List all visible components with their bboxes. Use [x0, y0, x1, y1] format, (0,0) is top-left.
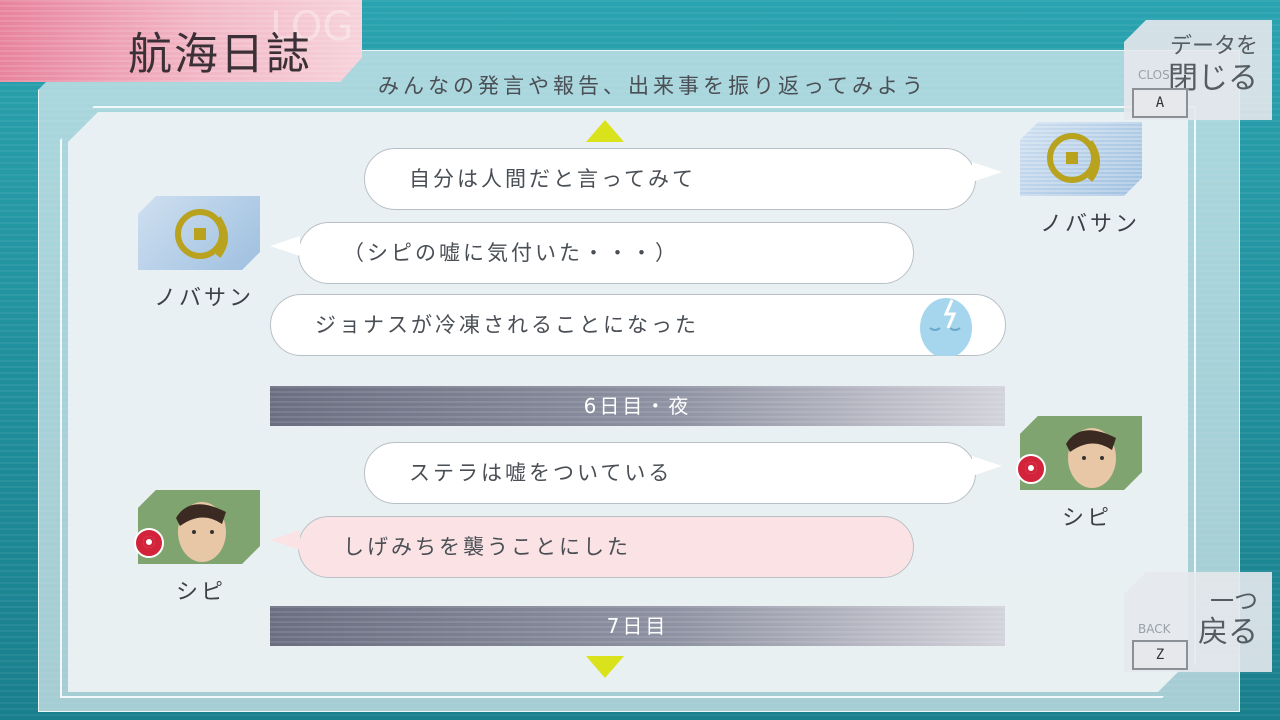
avatar-nobasan: [1020, 122, 1142, 196]
bubble-tail: [270, 236, 300, 256]
close-data-button[interactable]: CLOSE データを 閉じる A: [1124, 20, 1272, 120]
bubble-tail: [270, 530, 300, 550]
close-key-hint: A: [1132, 88, 1188, 118]
avatar-nobasan: [138, 196, 260, 270]
back-label-line2: 戻る: [1198, 615, 1258, 650]
day-separator: 6日目・夜: [270, 386, 1005, 426]
nobasan-emblem-icon: [138, 196, 260, 270]
frozen-head-icon: [912, 292, 980, 358]
back-key-hint: Z: [1132, 640, 1188, 670]
bubble-tail: [972, 456, 1002, 476]
bubble-tail: [972, 162, 1002, 182]
back-label-line1: 一つ: [1210, 587, 1258, 615]
speaker-name: シピ: [176, 580, 227, 605]
log-bubble: ステラは嘘をついている: [364, 442, 976, 504]
nobasan-emblem-icon: [1020, 122, 1142, 196]
speaker-name: シピ: [1062, 506, 1113, 531]
day-separator: 7日目: [270, 606, 1005, 646]
event-bubble: ジョナスが冷凍されることになった: [270, 294, 1006, 356]
page-subtitle: みんなの発言や報告、出来事を振り返ってみよう: [378, 74, 927, 98]
page-title: 航海日誌: [128, 29, 312, 80]
close-label-line1: データを: [1169, 34, 1258, 59]
log-bubble: 自分は人間だと言ってみて: [364, 148, 976, 210]
back-button[interactable]: BACK 一つ 戻る Z: [1124, 572, 1272, 672]
wolf-badge-icon: [1016, 454, 1046, 484]
log-bubble: （シピの嘘に気付いた・・・）: [298, 222, 914, 284]
scroll-up-arrow-icon[interactable]: [586, 120, 624, 142]
speaker-name: ノバサン: [154, 286, 255, 311]
back-small-label: BACK: [1138, 622, 1171, 636]
wolf-badge-icon: [134, 528, 164, 558]
log-bubble-highlight: しげみちを襲うことにした: [298, 516, 914, 578]
speaker-name: ノバサン: [1040, 212, 1141, 237]
day-label: 6日目・夜: [583, 394, 692, 418]
scroll-down-arrow-icon[interactable]: [586, 656, 624, 678]
day-label: 7日目: [606, 614, 669, 638]
